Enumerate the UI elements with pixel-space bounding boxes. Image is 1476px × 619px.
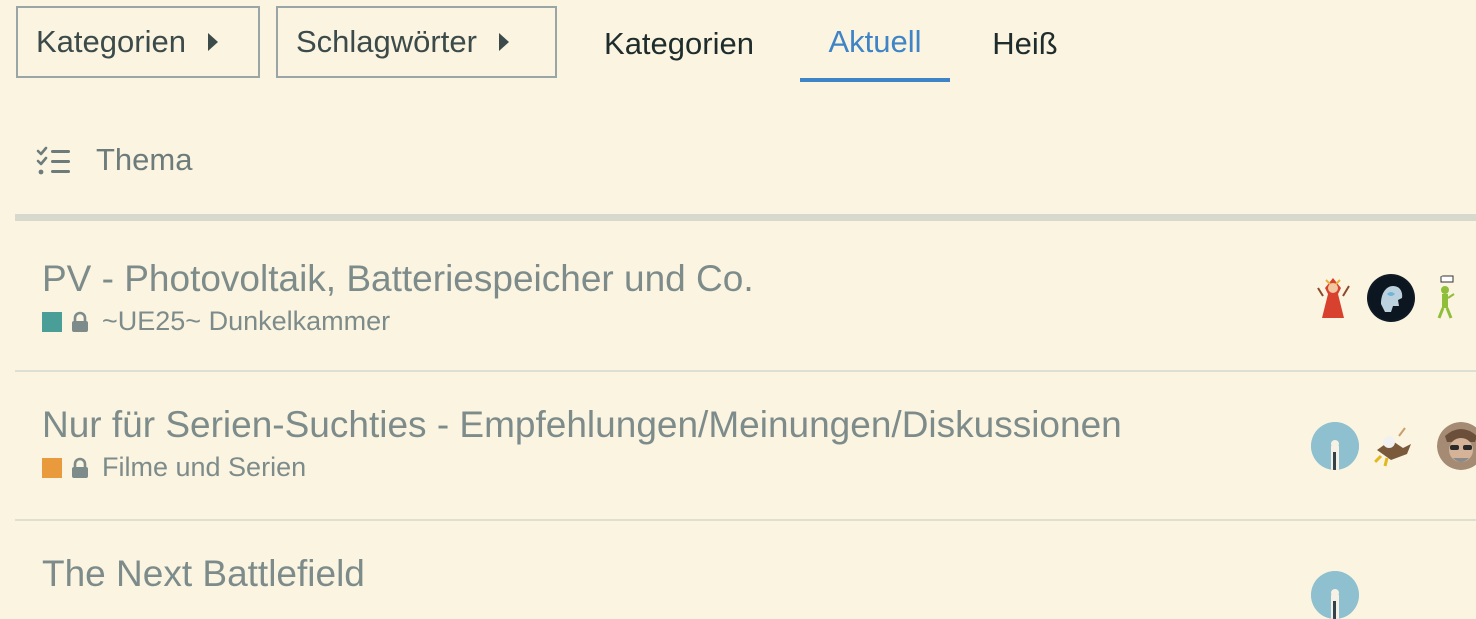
topic-title[interactable]: The Next Battlefield (42, 553, 365, 595)
avatar[interactable] (1437, 422, 1476, 470)
categories-dropdown[interactable]: Kategorien (16, 6, 260, 78)
tags-dropdown[interactable]: Schlagwörter (276, 6, 557, 78)
categories-dropdown-label: Kategorien (36, 24, 186, 59)
topic-row: PV - Photovoltaik, Batteriespeicher und … (15, 222, 1476, 370)
avatar[interactable] (1367, 274, 1415, 322)
topic-category[interactable]: Filme und Serien (42, 452, 306, 483)
category-color-badge (42, 311, 62, 332)
category-color-badge (42, 457, 62, 478)
avatar[interactable] (1311, 571, 1359, 619)
avatar[interactable] (1427, 274, 1475, 322)
checklist-icon[interactable] (36, 146, 72, 176)
category-name: Filme und Serien (102, 452, 307, 482)
avatar[interactable] (1309, 274, 1357, 322)
category-name: ~UE25~ Dunkelkammer (102, 306, 391, 336)
tab-latest[interactable]: Aktuell (800, 6, 950, 82)
topic-title[interactable]: Nur für Serien-Suchties - Empfehlungen/M… (42, 404, 1122, 446)
avatar[interactable] (1311, 422, 1359, 470)
header-divider (15, 214, 1476, 221)
lock-icon (72, 311, 88, 332)
topic-list-header: Thema (0, 110, 1476, 214)
topic-row: The Next Battlefield (15, 521, 1476, 619)
topic-row: Nur für Serien-Suchties - Empfehlungen/M… (15, 372, 1476, 520)
lock-icon (72, 457, 88, 478)
avatar[interactable] (1369, 422, 1417, 470)
topic-category[interactable]: ~UE25~ Dunkelkammer (42, 306, 390, 337)
caret-right-icon (498, 33, 509, 51)
navigation-bar: Kategorien Schlagwörter Kategorien Aktue… (0, 0, 1476, 90)
tab-categories[interactable]: Kategorien (578, 6, 780, 82)
caret-right-icon (207, 33, 218, 51)
tags-dropdown-label: Schlagwörter (296, 24, 477, 59)
topic-column-header[interactable]: Thema (96, 142, 192, 178)
topic-title[interactable]: PV - Photovoltaik, Batteriespeicher und … (42, 258, 754, 300)
tab-hot[interactable]: Heiß (970, 6, 1080, 82)
